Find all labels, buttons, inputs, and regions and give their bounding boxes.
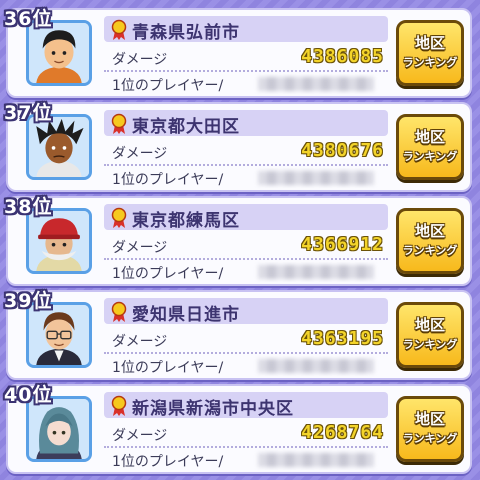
top-player-label: 1位のプレイヤー/ [112,266,224,282]
district-ranking-button[interactable]: 地区 ランキング [396,396,464,462]
district-ranking-button[interactable]: 地区 ランキング [396,114,464,180]
blurred-player-name [258,265,374,279]
place-name: 新潟県新潟市中央区 [132,399,294,419]
spiky-hair-avatar [29,117,89,177]
top-player-row: 1位のプレイヤー/ [104,166,388,190]
blurred-player-name [258,453,374,467]
damage-row: ダメージ 4380676 [104,140,388,166]
button-line2: ランキング [402,244,458,257]
button-line2: ランキング [402,338,458,351]
damage-label: ダメージ [112,146,168,162]
boy-black-hair-avatar [29,23,89,83]
button-line1: 地区 [414,222,445,240]
damage-value: 4386085 [301,46,384,67]
damage-value: 4366912 [301,234,384,255]
top-player-row: 1位のプレイヤー/ [104,72,388,96]
button-line1: 地区 [414,410,445,428]
button-line2: ランキング [402,56,458,69]
button-line1: 地区 [414,34,445,52]
button-line2: ランキング [402,150,458,163]
button-line2: ランキング [402,432,458,445]
district-ranking-button[interactable]: 地区 ランキング [396,20,464,86]
rank-label: 37位 [4,102,53,124]
medal-icon [111,113,127,134]
top-player-label: 1位のプレイヤー/ [112,78,224,94]
rank-label: 40位 [4,384,53,406]
place-name: 東京都大田区 [132,117,240,137]
damage-value: 4363195 [301,328,384,349]
old-man-avatar [29,211,89,271]
damage-label: ダメージ [112,240,168,256]
medal-icon [111,301,127,322]
rank-label: 36位 [4,8,53,30]
top-player-label: 1位のプレイヤー/ [112,454,224,470]
damage-value: 4268764 [301,422,384,443]
man-glasses-avatar [29,305,89,365]
top-player-row: 1位のプレイヤー/ [104,354,388,378]
rank-label: 39位 [4,290,53,312]
district-ranking-button[interactable]: 地区 ランキング [396,208,464,274]
girl-teal-hair-avatar [29,399,89,459]
district-ranking-button[interactable]: 地区 ランキング [396,302,464,368]
ranking-card: 40位 新潟県新潟市中央区 ダメージ 4268764 1位のプレイヤー/ 地区 … [4,384,472,474]
top-player-row: 1位のプレイヤー/ [104,448,388,472]
ranking-card: 36位 青森県弘前市 ダメージ 4386085 1位のプレイヤー/ 地区 ランキ… [4,8,472,98]
blurred-player-name [258,77,374,91]
medal-icon [111,207,127,228]
ranking-list: 36位 青森県弘前市 ダメージ 4386085 1位のプレイヤー/ 地区 ランキ… [0,0,480,480]
blurred-player-name [258,359,374,373]
damage-row: ダメージ 4268764 [104,422,388,448]
ranking-card: 37位 東京都大田区 ダメージ 4380676 1位のプレイヤー/ 地区 ランキ… [4,102,472,192]
place-name: 東京都練馬区 [132,211,240,231]
top-player-label: 1位のプレイヤー/ [112,360,224,376]
ranking-card: 38位 東京都練馬区 ダメージ 4366912 1位のプレイヤー/ 地区 ランキ… [4,196,472,286]
place-name: 愛知県日進市 [132,305,240,325]
damage-label: ダメージ [112,52,168,68]
rank-label: 38位 [4,196,53,218]
medal-icon [111,19,127,40]
blurred-player-name [258,171,374,185]
damage-row: ダメージ 4366912 [104,234,388,260]
top-player-label: 1位のプレイヤー/ [112,172,224,188]
place-name: 青森県弘前市 [132,23,240,43]
button-line1: 地区 [414,128,445,146]
ranking-card: 39位 愛知県日進市 ダメージ 4363195 1位のプレイヤー/ 地区 ランキ… [4,290,472,380]
button-line1: 地区 [414,316,445,334]
medal-icon [111,395,127,416]
damage-value: 4380676 [301,140,384,161]
damage-row: ダメージ 4363195 [104,328,388,354]
damage-label: ダメージ [112,334,168,350]
damage-row: ダメージ 4386085 [104,46,388,72]
damage-label: ダメージ [112,428,168,444]
top-player-row: 1位のプレイヤー/ [104,260,388,284]
